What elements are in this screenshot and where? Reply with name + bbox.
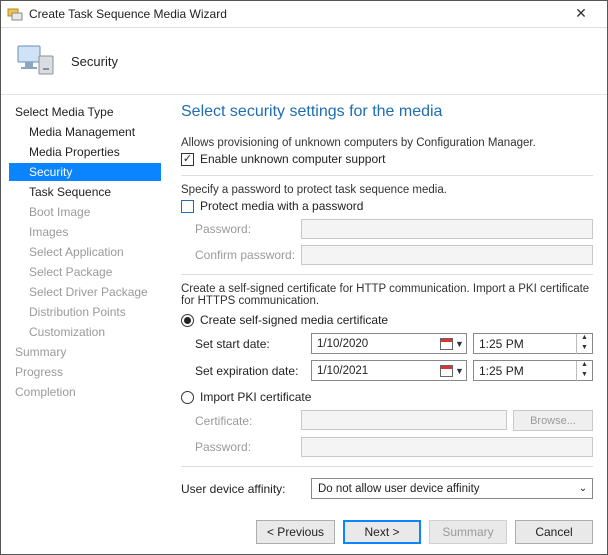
previous-button[interactable]: < Previous xyxy=(256,520,335,544)
sidebar-item-select-application: Select Application xyxy=(9,243,161,261)
unknown-desc: Allows provisioning of unknown computers… xyxy=(181,137,593,149)
pki-password-input xyxy=(301,437,593,457)
certificate-label: Certificate: xyxy=(181,414,301,428)
sidebar-item-media-properties[interactable]: Media Properties xyxy=(9,143,161,161)
exp-date-label: Set expiration date: xyxy=(181,364,311,378)
next-button[interactable]: Next > xyxy=(343,520,421,544)
sidebar-item-distribution-points: Distribution Points xyxy=(9,303,161,321)
cert-desc: Create a self-signed certificate for HTT… xyxy=(181,283,593,307)
enable-unknown-checkbox[interactable]: ✓ xyxy=(181,153,194,166)
calendar-icon xyxy=(440,365,453,377)
banner-heading: Security xyxy=(71,54,118,69)
confirm-password-input xyxy=(301,245,593,265)
sidebar-item-task-sequence[interactable]: Task Sequence xyxy=(9,183,161,201)
uda-select[interactable]: Do not allow user device affinity ⌄ xyxy=(311,478,593,499)
sidebar-item-media-management[interactable]: Media Management xyxy=(9,123,161,141)
uda-label: User device affinity: xyxy=(181,482,311,496)
sidebar-item-boot-image: Boot Image xyxy=(9,203,161,221)
security-icon xyxy=(15,40,57,82)
pki-password-label: Password: xyxy=(181,440,301,454)
chevron-down-icon: ▼ xyxy=(455,339,464,349)
chevron-down-icon: ⌄ xyxy=(574,483,592,494)
page-title: Select security settings for the media xyxy=(181,103,593,121)
enable-unknown-label: Enable unknown computer support xyxy=(200,152,385,166)
certificate-input xyxy=(301,410,507,430)
exp-date-picker[interactable]: 1/10/2021 ▼ xyxy=(311,360,467,381)
calendar-icon xyxy=(440,338,453,350)
close-button[interactable]: ✕ xyxy=(561,4,601,24)
sidebar: Select Media Type Media Management Media… xyxy=(1,95,171,510)
start-time-spinner[interactable]: 1:25 PM ▲▼ xyxy=(473,333,593,354)
create-self-signed-label: Create self-signed media certificate xyxy=(200,313,388,327)
sidebar-item-progress: Progress xyxy=(9,363,161,381)
protect-password-checkbox[interactable] xyxy=(181,200,194,213)
body: Select Media Type Media Management Media… xyxy=(1,94,607,510)
sidebar-item-summary: Summary xyxy=(9,343,161,361)
sidebar-item-security[interactable]: Security xyxy=(9,163,161,181)
sidebar-item-select-package: Select Package xyxy=(9,263,161,281)
main-panel: Select security settings for the media A… xyxy=(171,95,607,510)
sidebar-item-select-media-type[interactable]: Select Media Type xyxy=(9,103,161,121)
create-self-signed-radio[interactable] xyxy=(181,314,194,327)
banner: Security xyxy=(1,28,607,95)
protect-password-label: Protect media with a password xyxy=(200,199,363,213)
summary-button: Summary xyxy=(429,520,507,544)
app-icon xyxy=(7,6,23,22)
titlebar: Create Task Sequence Media Wizard ✕ xyxy=(1,1,607,28)
sidebar-item-images: Images xyxy=(9,223,161,241)
password-label: Password: xyxy=(181,222,301,236)
cancel-button[interactable]: Cancel xyxy=(515,520,593,544)
wizard-window: Create Task Sequence Media Wizard ✕ Secu… xyxy=(0,0,608,555)
start-date-picker[interactable]: 1/10/2020 ▼ xyxy=(311,333,467,354)
password-input xyxy=(301,219,593,239)
exp-time-spinner[interactable]: 1:25 PM ▲▼ xyxy=(473,360,593,381)
pwd-desc: Specify a password to protect task seque… xyxy=(181,184,593,196)
chevron-down-icon: ▼ xyxy=(455,366,464,376)
browse-button: Browse... xyxy=(513,410,593,431)
footer: < Previous Next > Summary Cancel xyxy=(1,510,607,554)
sidebar-item-customization: Customization xyxy=(9,323,161,341)
import-pki-label: Import PKI certificate xyxy=(200,390,311,404)
confirm-password-label: Confirm password: xyxy=(181,248,301,262)
window-title: Create Task Sequence Media Wizard xyxy=(29,7,561,21)
sidebar-item-completion: Completion xyxy=(9,383,161,401)
start-date-label: Set start date: xyxy=(181,337,311,351)
import-pki-radio[interactable] xyxy=(181,391,194,404)
sidebar-item-select-driver-package: Select Driver Package xyxy=(9,283,161,301)
